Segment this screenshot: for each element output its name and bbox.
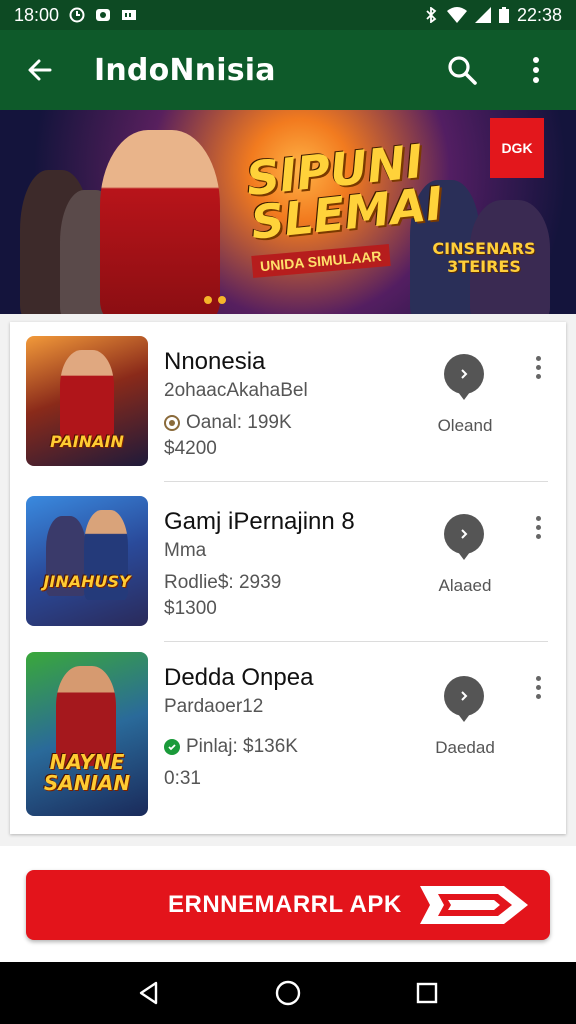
app-list-card: PAINAIN Nnonesia 2ohaacAkahaBel Oanal: 1… (10, 322, 566, 834)
status-time: 18:00 (14, 4, 60, 25)
item-price: 0:31 (164, 768, 201, 789)
back-button[interactable] (20, 50, 60, 90)
item-title: Nnonesia (164, 348, 266, 375)
promo-banner[interactable]: SIPUNI SLEMAI UNIDA SIMULAAR DGK CINSENA… (0, 110, 576, 314)
status-bar: 18:00 22:38 (0, 0, 576, 30)
download-apk-button[interactable]: ERNNEMARRL APK (26, 870, 550, 940)
list-item[interactable]: JINAHUSY Gamj iPernajinn 8 Mma Rodlie$: … (10, 482, 566, 642)
item-more-button[interactable] (526, 512, 550, 542)
app-thumbnail: PAINAIN (26, 336, 148, 466)
notification-icon (96, 9, 111, 21)
item-price: $4200 (164, 438, 217, 459)
wifi-icon (446, 7, 467, 23)
item-title: Dedda Onpea (164, 664, 314, 691)
carousel-indicator (204, 296, 226, 304)
clock-icon (69, 7, 85, 23)
banner-logo-text: CINSENARS 3TEIRES (432, 239, 536, 276)
app-thumbnail: JINAHUSY (26, 496, 148, 626)
list-item[interactable]: NAYNE SANIAN Dedda Onpea Pardaoer12 Pinl… (10, 642, 566, 832)
system-nav-bar (0, 962, 576, 1024)
banner-subtitle: UNIDA SIMULAAR (251, 244, 391, 278)
app-bar: IndoNnisia (0, 30, 576, 110)
thumbnail-title: NAYNE SANIAN (43, 750, 131, 795)
more-vertical-icon (533, 57, 539, 83)
nav-home-button[interactable] (268, 973, 308, 1013)
bluetooth-icon (426, 7, 437, 23)
page-title: IndoNnisia (94, 52, 276, 88)
item-subtitle: Mma (164, 540, 207, 561)
check-circle-green-icon (164, 739, 180, 755)
arrow-right-icon (420, 886, 528, 924)
overflow-menu-button[interactable] (516, 50, 556, 90)
battery-icon (498, 7, 509, 23)
download-label[interactable]: Daedad (420, 738, 510, 758)
triangle-back-icon (140, 981, 158, 1005)
item-meta: Pinlaj: $136K (186, 736, 298, 757)
item-more-button[interactable] (526, 352, 550, 382)
download-button[interactable] (444, 676, 484, 722)
item-price: $1300 (164, 598, 217, 619)
banner-badge: DGK (490, 118, 544, 178)
chevron-right-icon (461, 369, 468, 379)
arrow-left-icon (28, 59, 52, 81)
download-label[interactable]: Oleand (420, 416, 510, 436)
thumbnail-title: JINAHUSY (43, 572, 131, 591)
chevron-right-icon (461, 529, 468, 539)
square-recents-icon (416, 982, 437, 1004)
status-time-right: 22:38 (516, 4, 562, 25)
download-button[interactable] (444, 514, 484, 560)
download-button[interactable] (444, 354, 484, 400)
search-icon (448, 56, 477, 85)
item-meta: Oanal: 199K (186, 412, 292, 433)
download-label[interactable]: Alaaed (420, 576, 510, 596)
item-subtitle: Pardaoer12 (164, 696, 264, 717)
item-title: Gamj iPernajinn 8 (164, 508, 355, 535)
cta-label: ERNNEMARRL APK (168, 891, 402, 918)
item-subtitle: 2ohaacAkahaBel (164, 380, 308, 401)
image-icon (122, 10, 137, 20)
circle-home-icon (275, 980, 301, 1006)
chevron-right-icon (461, 691, 468, 701)
thumbnail-title: PAINAIN (50, 432, 124, 451)
item-meta: Rodlie$: 2939 (164, 572, 282, 593)
search-button[interactable] (442, 50, 482, 90)
nav-recents-button[interactable] (407, 973, 447, 1013)
signal-icon (474, 7, 491, 23)
circle-check-icon (164, 415, 180, 431)
cta-area: ERNNEMARRL APK (0, 846, 576, 962)
item-more-button[interactable] (526, 672, 550, 702)
list-item[interactable]: PAINAIN Nnonesia 2ohaacAkahaBel Oanal: 1… (10, 322, 566, 482)
nav-back-button[interactable] (129, 973, 169, 1013)
app-thumbnail: NAYNE SANIAN (26, 652, 148, 816)
